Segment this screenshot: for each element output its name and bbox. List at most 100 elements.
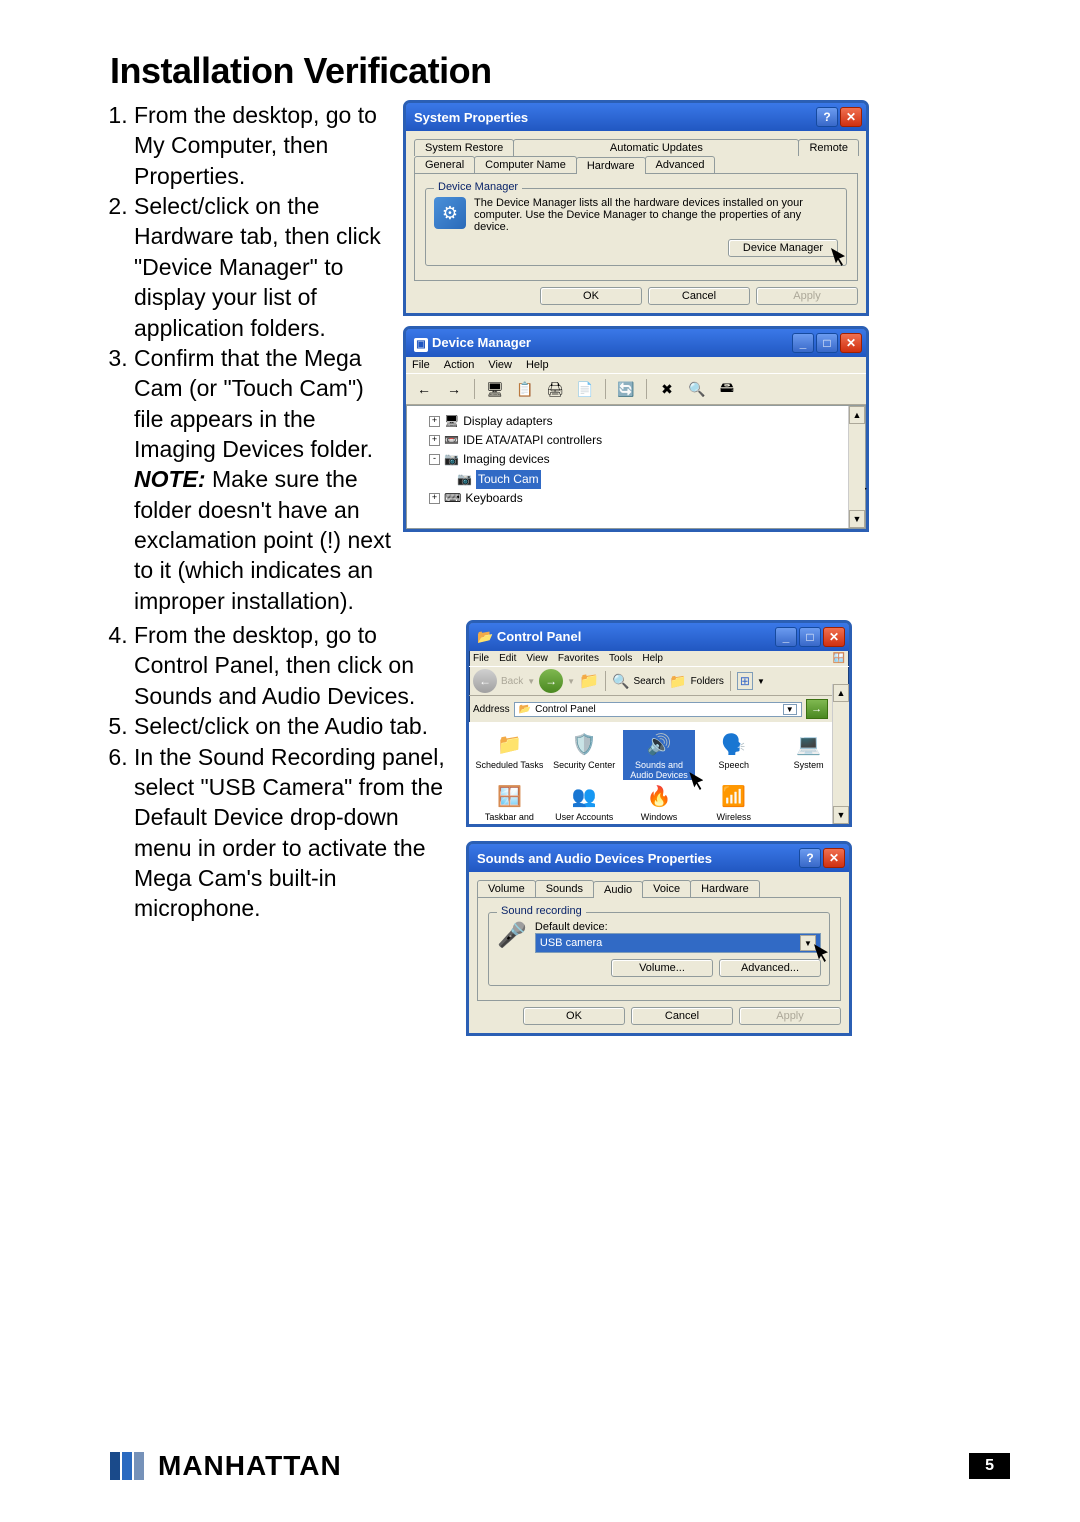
tab-audio[interactable]: Audio (593, 881, 643, 898)
control-panel-window: 📂 Control Panel _ □ ✕ File Edit View Fav… (466, 620, 852, 827)
cp-item-user-accounts[interactable]: 👥User Accounts (548, 782, 621, 822)
minimize-icon[interactable]: _ (775, 627, 797, 647)
go-button[interactable]: → (806, 699, 828, 719)
menu-view[interactable]: View (488, 359, 512, 371)
dropdown-icon: ▼ (800, 935, 816, 951)
view-icon[interactable]: 🖥 (483, 377, 507, 401)
cp-item-sounds[interactable]: 🔊Sounds and Audio Devices (623, 730, 696, 780)
device-manager-desc: The Device Manager lists all the hardwar… (474, 197, 838, 233)
system-properties-window: System Properties ? ✕ System Restore Aut… (403, 100, 869, 316)
camera-icon: 📷 (457, 470, 472, 489)
tree-item: - 📷 Imaging devices (413, 450, 859, 469)
menu-favorites[interactable]: Favorites (558, 653, 599, 664)
expand-icon[interactable]: + (429, 416, 440, 427)
taskbar-icon: 🪟 (495, 782, 523, 810)
sounds-icon: 🔊 (645, 730, 673, 758)
scrollbar[interactable]: ▲ ▼ (848, 406, 865, 528)
firewall-icon: 🔥 (645, 782, 673, 810)
close-icon[interactable]: ✕ (840, 333, 862, 353)
maximize-icon[interactable]: □ (799, 627, 821, 647)
address-input[interactable]: 📂 Control Panel ▼ (514, 702, 802, 717)
tab-system-restore[interactable]: System Restore (414, 139, 514, 156)
views-icon[interactable]: ⊞ (737, 672, 753, 690)
uninstall-icon[interactable]: ✖ (655, 377, 679, 401)
cp-item-speech[interactable]: 🗣️Speech (697, 730, 770, 780)
controller-icon: 📼 (444, 431, 459, 450)
menu-help[interactable]: Help (642, 653, 663, 664)
scan-hw-icon[interactable]: 🖴 (715, 377, 739, 401)
close-icon[interactable]: ✕ (823, 627, 845, 647)
update-icon[interactable]: 🔍 (685, 377, 709, 401)
speech-icon: 🗣️ (720, 730, 748, 758)
cancel-button[interactable]: Cancel (631, 1007, 733, 1025)
dropdown-icon[interactable]: ▼ (527, 677, 535, 686)
ok-button[interactable]: OK (540, 287, 642, 305)
tab-advanced[interactable]: Advanced (645, 156, 716, 173)
back-button[interactable]: ← (473, 669, 497, 693)
window-title: Sounds and Audio Devices Properties (477, 851, 712, 866)
menu-tools[interactable]: Tools (609, 653, 632, 664)
window-title: System Properties (414, 110, 528, 125)
dropdown-icon[interactable]: ▼ (783, 704, 797, 715)
properties-icon[interactable]: 📋 (513, 377, 537, 401)
close-icon[interactable]: ✕ (840, 107, 862, 127)
menu-file[interactable]: File (412, 359, 430, 371)
device-manager-window: ▣Device Manager _ □ ✕ File Action View H… (403, 326, 869, 532)
menu-help[interactable]: Help (526, 359, 549, 371)
menu-view[interactable]: View (526, 653, 548, 664)
tab-voice[interactable]: Voice (642, 880, 691, 897)
refresh-icon[interactable]: 🔄 (614, 377, 638, 401)
tab-general[interactable]: General (414, 156, 475, 173)
cp-item-taskbar[interactable]: 🪟Taskbar and (473, 782, 546, 822)
tab-hardware[interactable]: Hardware (690, 880, 760, 897)
print-icon[interactable]: 🖨 (543, 377, 567, 401)
scan-icon[interactable]: 📄 (573, 377, 597, 401)
device-manager-button[interactable]: Device Manager (728, 239, 838, 257)
cp-item-scheduled-tasks[interactable]: 📁Scheduled Tasks (473, 730, 546, 780)
tab-automatic-updates[interactable]: Automatic Updates (513, 139, 799, 156)
forward-button[interactable]: → (539, 669, 563, 693)
collapse-icon[interactable]: - (429, 454, 440, 465)
groupbox-device-manager: Device Manager (434, 181, 522, 193)
folders-icon[interactable]: 📁 (669, 673, 686, 690)
close-icon[interactable]: ✕ (823, 848, 845, 868)
step-1: From the desktop, go to My Computer, the… (134, 100, 395, 191)
system-icon: 💻 (795, 730, 823, 758)
search-icon[interactable]: 🔍 (612, 673, 629, 690)
tab-hardware[interactable]: Hardware (576, 157, 646, 174)
menu-action[interactable]: Action (444, 359, 475, 371)
security-icon: 🛡️ (570, 730, 598, 758)
cp-item-wireless[interactable]: 📶Wireless (697, 782, 770, 822)
ok-button[interactable]: OK (523, 1007, 625, 1025)
scroll-up-icon: ▲ (833, 684, 849, 702)
help-icon[interactable]: ? (799, 848, 821, 868)
apply-button[interactable]: Apply (756, 287, 858, 305)
window-title: ▣Device Manager (414, 335, 531, 352)
windows-logo-icon: 🪟 (833, 653, 845, 664)
volume-button[interactable]: Volume... (611, 959, 713, 977)
step-5: Select/click on the Audio tab. (134, 711, 450, 741)
default-device-dropdown[interactable]: USB camera ▼ (535, 933, 821, 953)
up-icon[interactable]: 📁 (579, 671, 599, 691)
menu-edit[interactable]: Edit (499, 653, 516, 664)
help-icon[interactable]: ? (816, 107, 838, 127)
back-icon[interactable]: ← (412, 377, 436, 401)
tab-sounds[interactable]: Sounds (535, 880, 594, 897)
default-device-label: Default device: (535, 921, 821, 933)
tab-volume[interactable]: Volume (477, 880, 536, 897)
maximize-icon[interactable]: □ (816, 333, 838, 353)
expand-icon[interactable]: + (429, 493, 440, 504)
menu-file[interactable]: File (473, 653, 489, 664)
expand-icon[interactable]: + (429, 435, 440, 446)
cp-item-security-center[interactable]: 🛡️Security Center (548, 730, 621, 780)
advanced-button[interactable]: Advanced... (719, 959, 821, 977)
address-label: Address (473, 704, 510, 715)
tab-remote[interactable]: Remote (798, 139, 859, 156)
forward-icon[interactable]: → (442, 377, 466, 401)
apply-button[interactable]: Apply (739, 1007, 841, 1025)
tab-computer-name[interactable]: Computer Name (474, 156, 577, 173)
step-6: In the Sound Recording panel, select "US… (134, 742, 450, 924)
minimize-icon[interactable]: _ (792, 333, 814, 353)
cancel-button[interactable]: Cancel (648, 287, 750, 305)
cp-item-windows[interactable]: 🔥Windows (623, 782, 696, 822)
